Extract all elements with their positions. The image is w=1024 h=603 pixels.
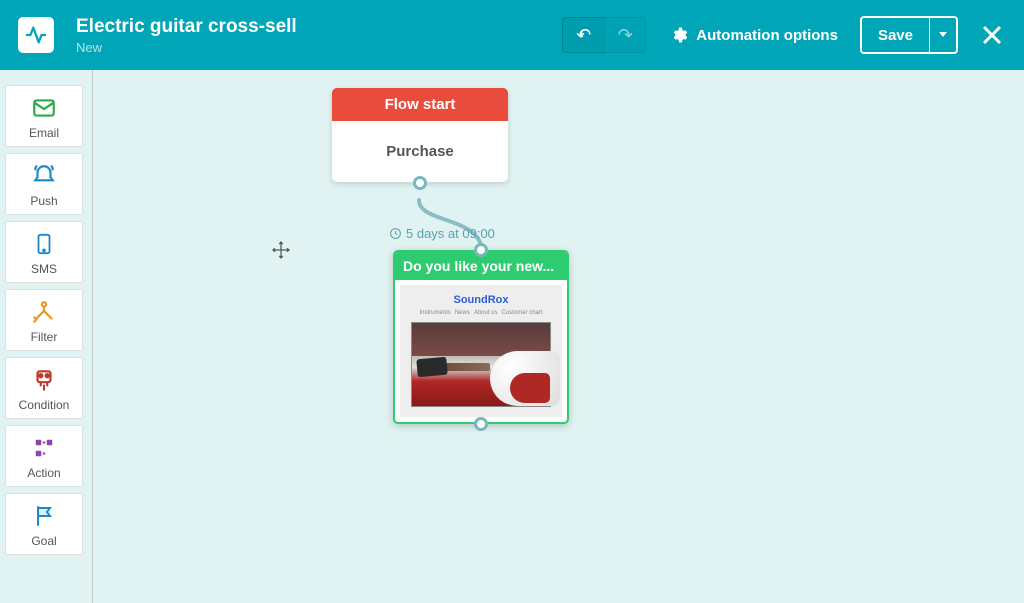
sms-icon [30,230,58,258]
element-palette: Email Push SMS Filter Condition Action [5,85,83,555]
node-output-port[interactable] [474,417,488,431]
chevron-down-icon [939,32,947,38]
palette-label: Condition [19,398,70,412]
action-icon [30,434,58,462]
palette-item-condition[interactable]: Condition [5,357,83,419]
undo-button[interactable]: ↶ [562,17,604,53]
palette-label: Action [27,466,60,480]
palette-item-push[interactable]: Push [5,153,83,215]
gear-icon [670,26,688,44]
palette-item-email[interactable]: Email [5,85,83,147]
node-output-port[interactable] [413,176,427,190]
palette-label: Email [29,126,59,140]
filter-icon [30,298,58,326]
flow-start-node[interactable]: Flow start Purchase [332,88,508,182]
flow-start-trigger: Purchase [332,121,508,182]
flow-start-header: Flow start [332,88,508,121]
palette-item-sms[interactable]: SMS [5,221,83,283]
palette-item-goal[interactable]: Goal [5,493,83,555]
flow-canvas[interactable]: Flow start Purchase 5 days at 09:00 Do y… [92,70,1024,603]
delay-label[interactable]: 5 days at 09:00 [389,226,495,241]
delay-text: 5 days at 09:00 [406,226,495,241]
preview-nav: Instruments News About us Customer chart [419,310,542,316]
palette-label: Push [30,194,57,208]
palette-label: Filter [31,330,58,344]
redo-button[interactable]: ↷ [604,17,646,53]
palette-label: Goal [31,534,56,548]
palette-item-filter[interactable]: Filter [5,289,83,351]
automation-options-label: Automation options [696,27,838,44]
save-dropdown-button[interactable] [930,16,958,54]
top-header: Electric guitar cross-sell New ↶ ↷ Autom… [0,0,1024,70]
push-icon [30,162,58,190]
node-input-port[interactable] [474,243,488,257]
palette-label: SMS [31,262,57,276]
move-cursor-icon [271,240,291,260]
clock-icon [389,227,402,240]
email-icon [30,94,58,122]
save-button[interactable]: Save [860,16,930,54]
automation-options-button[interactable]: Automation options [666,17,842,53]
preview-hero-image [411,322,551,407]
automation-status: New [76,40,297,55]
preview-brand: SoundRox [454,294,509,306]
condition-icon [30,366,58,394]
email-preview-thumbnail: SoundRox Instruments News About us Custo… [400,285,562,417]
close-button[interactable] [978,21,1006,49]
app-logo-icon [18,17,54,53]
palette-item-action[interactable]: Action [5,425,83,487]
automation-title: Electric guitar cross-sell [76,16,297,38]
close-icon [980,23,1004,47]
goal-icon [30,502,58,530]
email-node[interactable]: Do you like your new... SoundRox Instrum… [393,250,569,424]
